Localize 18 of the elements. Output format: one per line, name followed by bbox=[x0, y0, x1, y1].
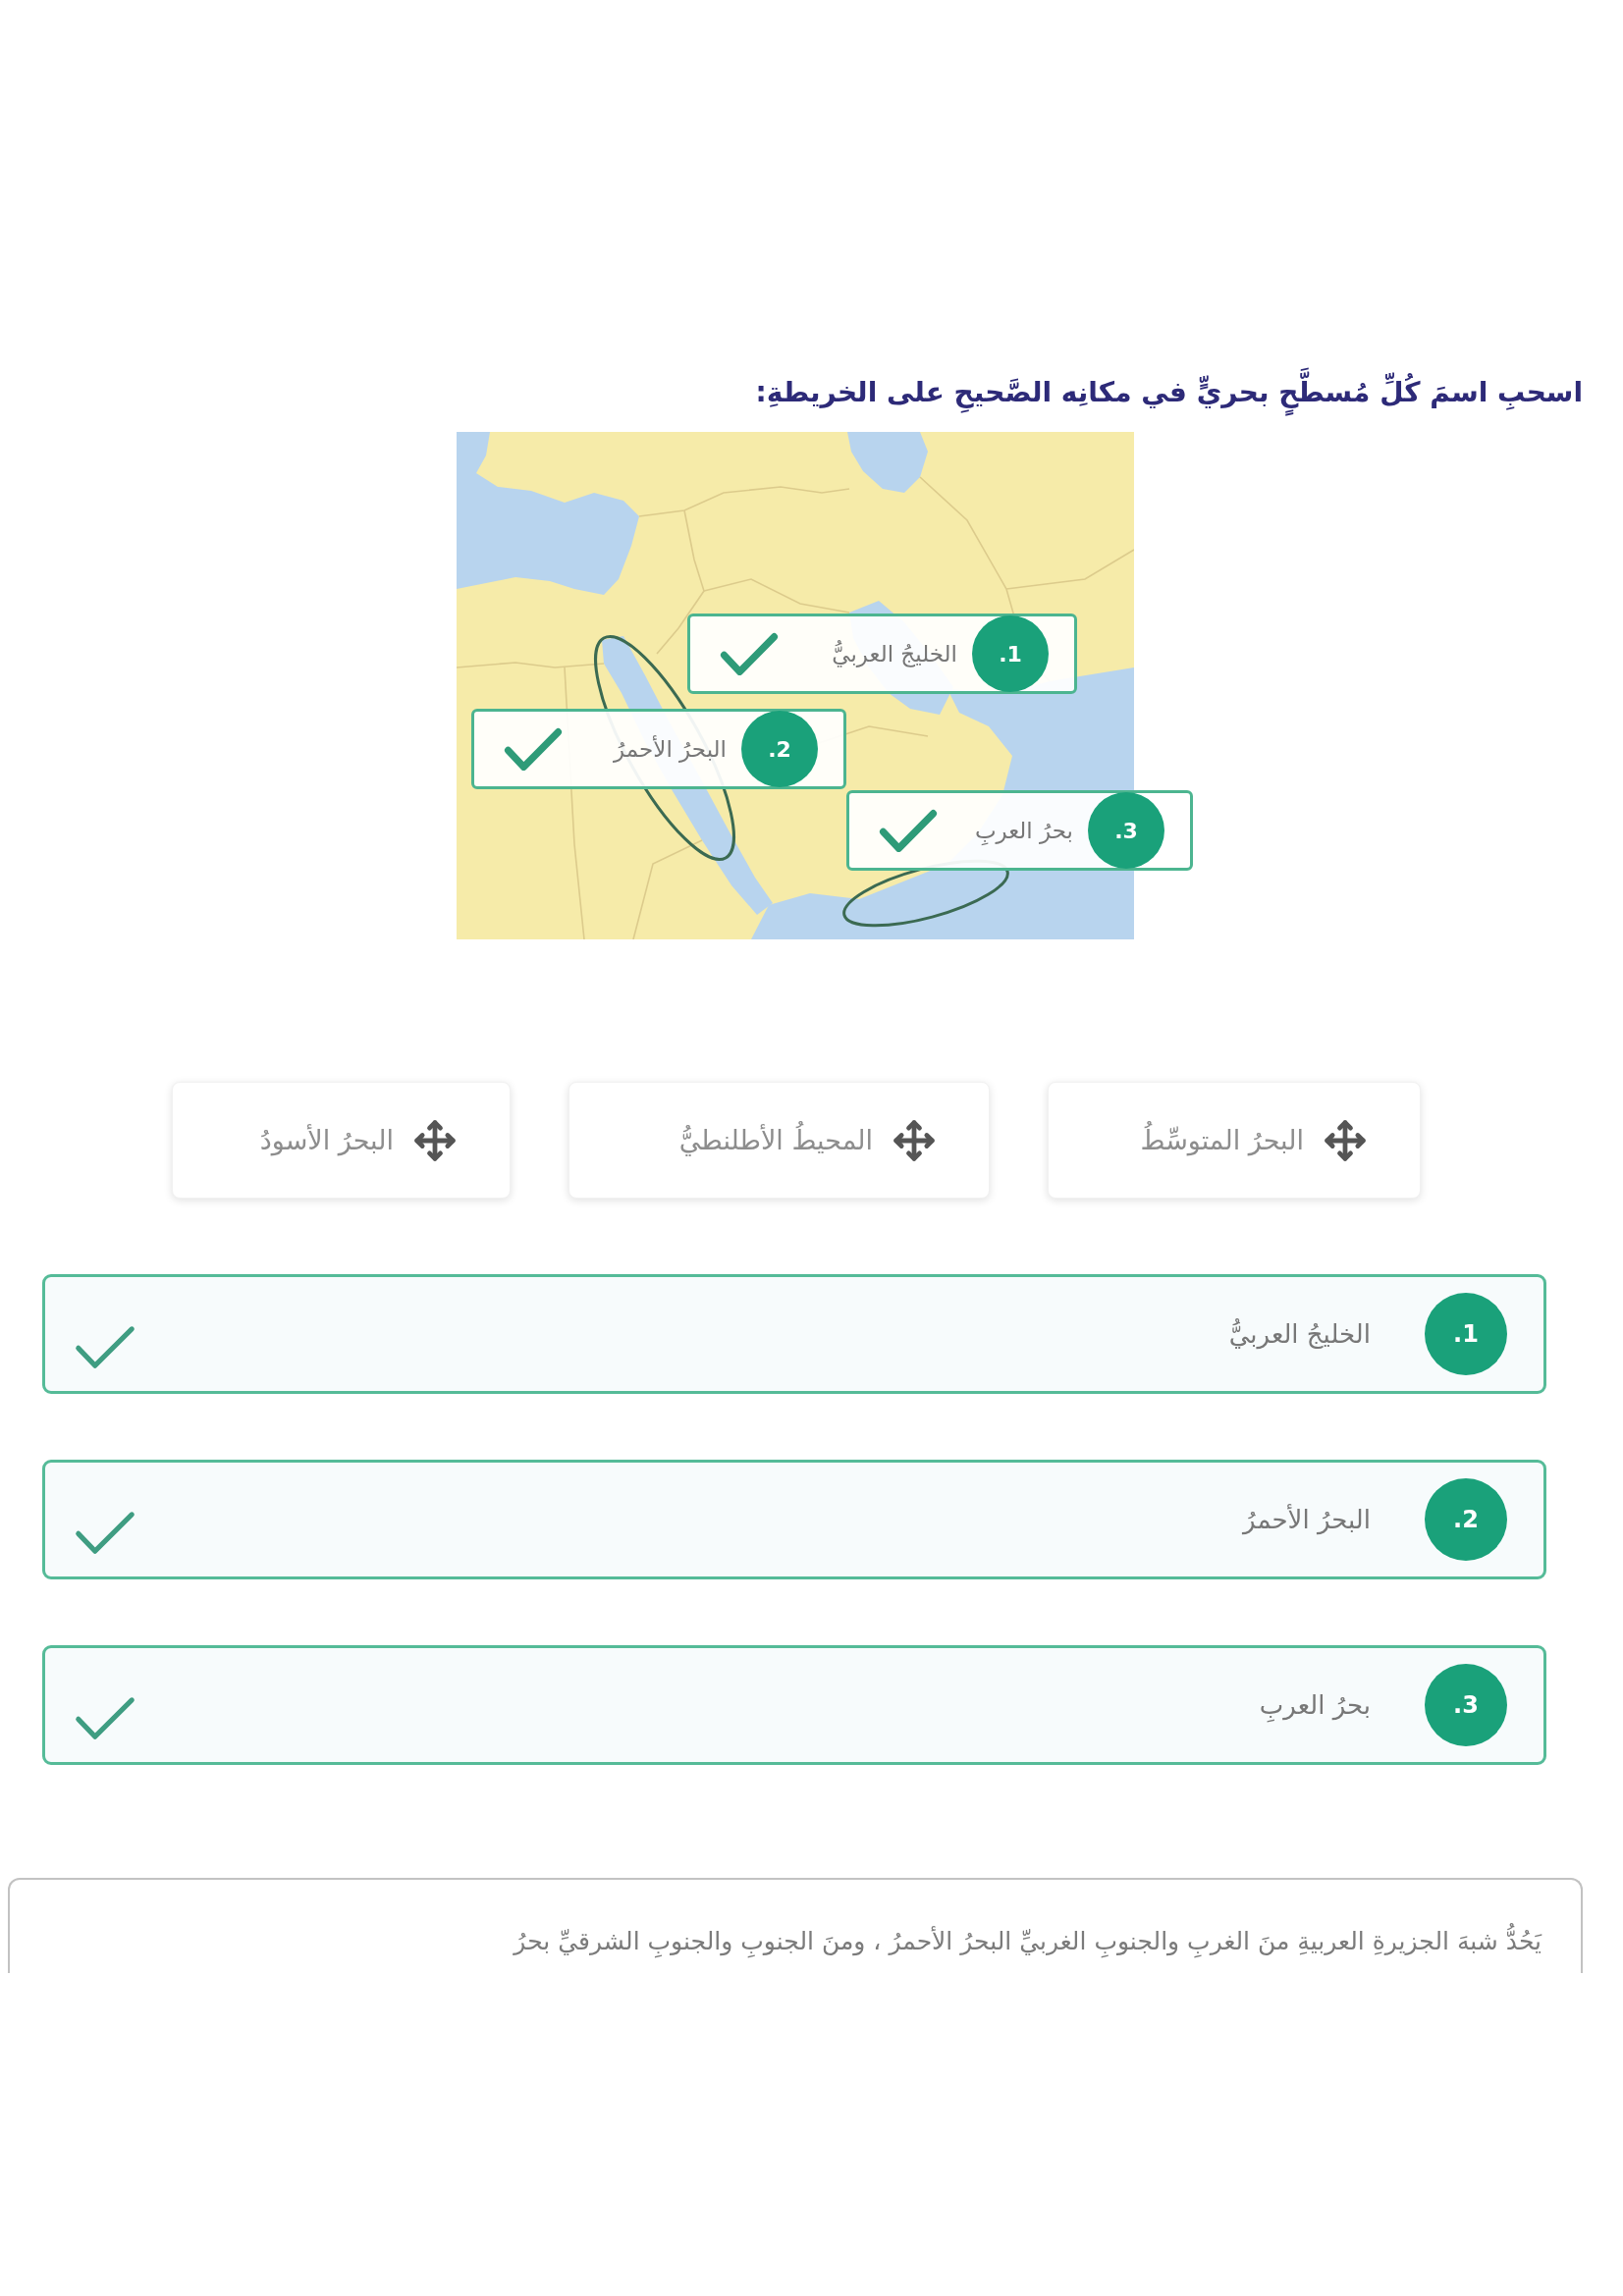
draggable-chip[interactable]: المحيطُ الأطلنطيُّ bbox=[568, 1082, 990, 1199]
number-badge: 1. bbox=[972, 615, 1049, 692]
answer-text: الخليجُ العربيُّ bbox=[1228, 1319, 1371, 1349]
explanation-text: يَحُدُّ شبهَ الجزيرةِ العربيةِ منَ الغربِ والجنوبِ الغربيِّ البحرُ الأحمرُ ، ومنَ الجنوبِ والجنوبِ الشرقيِّ بحرُ bbox=[514, 1925, 1542, 1958]
number-badge: 1. bbox=[1425, 1293, 1507, 1375]
move-icon bbox=[893, 1118, 936, 1162]
draggable-chip[interactable]: البحرُ المتوسِّطُ bbox=[1048, 1082, 1421, 1199]
number-badge: 3. bbox=[1425, 1664, 1507, 1746]
move-icon bbox=[1324, 1118, 1367, 1162]
number-badge: 3. bbox=[1088, 792, 1164, 869]
label-text: الخليجُ العربيُّ bbox=[832, 641, 957, 667]
number-badge: 2. bbox=[741, 711, 818, 787]
number-badge: 2. bbox=[1425, 1478, 1507, 1561]
label-text: البحرُ الأحمرُ bbox=[614, 736, 727, 762]
draggable-chip[interactable]: البحرُ الأسودُ bbox=[172, 1082, 511, 1199]
answer-text: البحرُ الأحمرُ bbox=[1243, 1505, 1371, 1534]
label-text: بحرُ العربِ bbox=[974, 818, 1073, 843]
move-icon bbox=[413, 1118, 457, 1162]
